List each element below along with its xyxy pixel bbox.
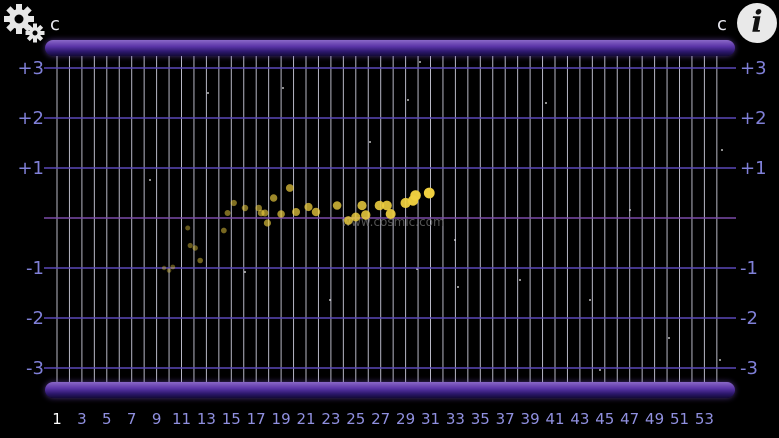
data-point — [220, 227, 227, 234]
x-tick-label: 27 — [371, 410, 391, 428]
y-label-left: -3 — [26, 358, 44, 379]
x-tick-label: 31 — [420, 410, 441, 428]
y-label-right: +2 — [740, 108, 767, 129]
x-tick-label: 11 — [171, 410, 192, 428]
data-point — [192, 245, 198, 251]
star — [282, 87, 284, 89]
data-point — [357, 200, 367, 211]
star — [519, 279, 521, 281]
star — [407, 99, 409, 101]
star — [207, 92, 209, 94]
star — [668, 337, 670, 339]
x-tick-label: 9 — [151, 410, 162, 428]
info-button[interactable]: i — [737, 3, 777, 43]
data-point — [385, 209, 396, 219]
data-point — [332, 201, 342, 210]
bottom-tube — [45, 382, 735, 398]
x-tick-label: 3 — [77, 410, 87, 428]
x-tick-label: 13 — [196, 410, 216, 428]
data-point — [277, 210, 285, 218]
y-label-left: -2 — [26, 308, 44, 329]
settings-button[interactable] — [2, 2, 48, 44]
y-label-right: -3 — [740, 358, 758, 379]
x-tick-label: 49 — [645, 410, 665, 428]
top-tube — [45, 40, 735, 56]
star — [244, 271, 246, 273]
gear-icon — [4, 4, 45, 43]
x-tick-label: 1 — [52, 410, 62, 428]
left-letter: c — [50, 14, 60, 35]
y-label-right: -1 — [740, 258, 758, 279]
x-tick-label: 33 — [445, 410, 465, 428]
data-point — [269, 194, 278, 202]
data-point — [230, 199, 237, 207]
y-label-left: +3 — [17, 58, 44, 79]
x-tick-label: 5 — [102, 410, 112, 428]
star — [369, 141, 371, 143]
data-point — [224, 210, 231, 216]
data-point — [311, 207, 321, 217]
data-point — [161, 265, 167, 271]
x-tick-label: 19 — [271, 410, 291, 428]
x-tick-label: 35 — [470, 410, 490, 428]
data-point — [361, 210, 371, 220]
info-icon: i — [751, 5, 763, 40]
y-label-right: +1 — [740, 158, 767, 179]
data-point — [197, 257, 203, 264]
y-label-right: -2 — [740, 308, 758, 329]
x-tick-label: 17 — [246, 410, 266, 428]
y-label-left: -1 — [26, 258, 44, 279]
star — [599, 369, 601, 371]
plot-area: www.cosmic.com — [44, 52, 736, 396]
data-point — [166, 268, 172, 273]
x-tick-label: 53 — [694, 410, 714, 428]
star — [457, 286, 459, 288]
x-tick-label: 29 — [396, 410, 416, 428]
star — [589, 299, 591, 301]
y-label-left: +2 — [17, 108, 44, 129]
star — [149, 179, 151, 181]
star — [419, 61, 421, 63]
data-point — [261, 209, 269, 217]
data-point — [285, 184, 294, 192]
data-point — [410, 190, 421, 201]
data-point — [241, 204, 249, 212]
data-point — [423, 187, 435, 199]
right-letter: c — [717, 14, 727, 35]
star — [719, 359, 721, 361]
data-point — [351, 212, 361, 222]
x-tick-label: 15 — [221, 410, 241, 428]
data-point — [170, 264, 176, 270]
star — [545, 102, 547, 104]
x-tick-label: 45 — [595, 410, 615, 428]
x-tick-label: 47 — [620, 410, 640, 428]
data-point — [382, 200, 392, 211]
x-tick-label: 41 — [545, 410, 565, 428]
data-point — [304, 202, 313, 212]
data-point — [185, 225, 191, 231]
y-label-right: +3 — [740, 58, 767, 79]
data-point — [263, 219, 272, 227]
x-tick-label: 39 — [520, 410, 540, 428]
data-point — [187, 242, 193, 249]
star — [721, 149, 723, 151]
x-tick-label: 43 — [570, 410, 590, 428]
x-tick-label: 51 — [669, 410, 690, 428]
x-tick-label: 21 — [296, 410, 316, 428]
y-label-left: +1 — [17, 158, 44, 179]
data-point — [292, 208, 301, 216]
x-tick-label: 37 — [495, 410, 515, 428]
x-tick-label: 23 — [321, 410, 341, 428]
x-tick-label: 7 — [126, 410, 137, 428]
x-tick-label: 25 — [346, 410, 366, 428]
